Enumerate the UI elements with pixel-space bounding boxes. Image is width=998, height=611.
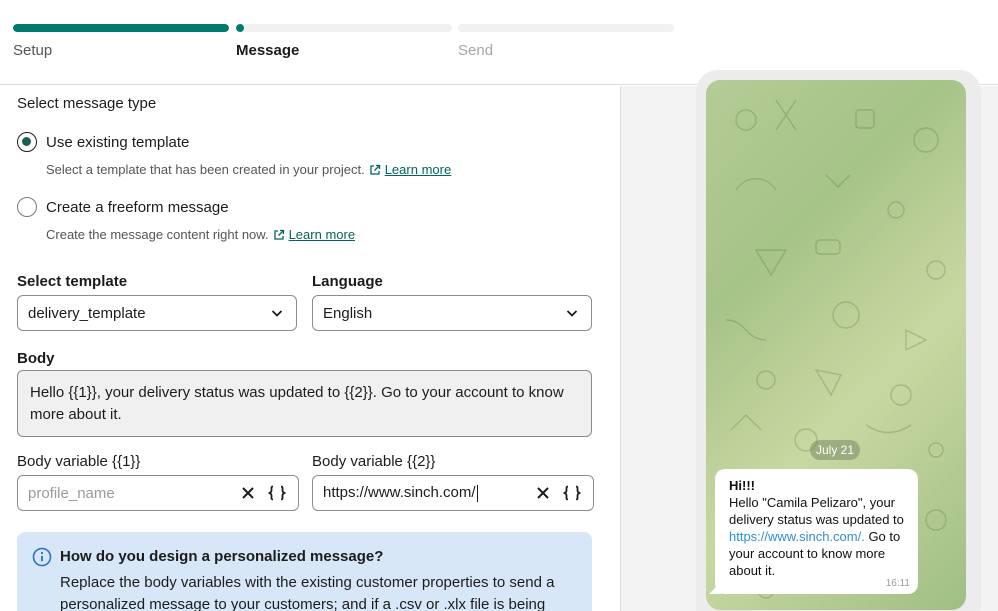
message-type-heading: Select message type bbox=[17, 95, 157, 112]
variable-picker-icon[interactable] bbox=[561, 482, 583, 504]
message-bubble: Hi!!! Hello "Camila Pelizaro", your deli… bbox=[715, 469, 918, 594]
option-freeform-message[interactable]: Create a freeform message bbox=[17, 197, 229, 217]
select-template-label: Select template bbox=[17, 273, 128, 290]
radio-existing-template[interactable] bbox=[17, 132, 37, 152]
language-select[interactable]: English bbox=[312, 295, 592, 331]
bubble-timestamp: 16:11 bbox=[885, 578, 910, 589]
bubble-message: Hello "Camila Pelizaro", your delivery s… bbox=[729, 494, 904, 579]
step-message-bar bbox=[236, 24, 452, 32]
step-setup-bar bbox=[13, 24, 229, 32]
body-variable-1-input[interactable]: profile_name bbox=[17, 475, 299, 511]
external-link-icon bbox=[370, 164, 380, 175]
step-setup-label: Setup bbox=[13, 42, 53, 59]
step-setup-fill bbox=[13, 24, 229, 32]
learn-more-link-template[interactable]: Learn more bbox=[385, 162, 451, 177]
info-icon bbox=[32, 547, 52, 567]
chevron-down-icon bbox=[566, 310, 578, 317]
info-title: How do you design a personalized message… bbox=[60, 548, 384, 565]
option-existing-template-description: Select a template that has been created … bbox=[46, 162, 365, 177]
variable-picker-icon[interactable] bbox=[266, 482, 288, 504]
option-existing-template[interactable]: Use existing template bbox=[17, 132, 189, 152]
body-text-area: Hello {{1}}, your delivery status was up… bbox=[17, 370, 592, 437]
step-send-label: Send bbox=[458, 42, 494, 59]
body-variable-2-input[interactable]: https://www.sinch.com/ bbox=[312, 475, 594, 511]
option-freeform-message-desc: Create the message content right now. Le… bbox=[46, 227, 355, 242]
language-select-value: English bbox=[323, 304, 373, 322]
phone-frame: July 21 Hi!!! Hello "Camila Pelizaro", y… bbox=[696, 70, 981, 611]
option-existing-template-desc: Select a template that has been created … bbox=[46, 162, 451, 177]
radio-freeform-message[interactable] bbox=[17, 197, 37, 217]
text-cursor bbox=[476, 484, 478, 502]
step-message-indicator bbox=[236, 24, 244, 32]
chevron-down-icon bbox=[271, 310, 283, 317]
personalization-info-box: How do you design a personalized message… bbox=[17, 532, 592, 611]
language-label: Language bbox=[312, 273, 383, 290]
step-setup[interactable]: Setup bbox=[13, 24, 229, 59]
bubble-link[interactable]: https://www.sinch.com/. bbox=[729, 529, 865, 544]
body-variable-2-value: https://www.sinch.com/ bbox=[323, 484, 476, 502]
bubble-text-before-link: Hello "Camila Pelizaro", your delivery s… bbox=[729, 495, 904, 527]
info-text: Replace the body variables with the exis… bbox=[60, 574, 555, 611]
clear-icon[interactable] bbox=[237, 482, 259, 504]
message-preview-panel: July 21 Hi!!! Hello "Camila Pelizaro", y… bbox=[620, 70, 998, 611]
body-variable-2-value-wrap: https://www.sinch.com/ bbox=[323, 484, 525, 502]
learn-more-link-freeform[interactable]: Learn more bbox=[289, 227, 355, 242]
option-freeform-message-description: Create the message content right now. bbox=[46, 227, 269, 242]
body-label: Body bbox=[17, 350, 55, 367]
clear-icon[interactable] bbox=[532, 482, 554, 504]
option-existing-template-title: Use existing template bbox=[46, 133, 190, 151]
body-variable-1-placeholder: profile_name bbox=[28, 484, 115, 502]
template-select-value: delivery_template bbox=[28, 304, 146, 322]
external-link-icon bbox=[273, 229, 284, 240]
step-message[interactable]: Message bbox=[236, 24, 452, 59]
body-variable-1-label: Body variable {{1}} bbox=[17, 453, 141, 470]
step-send-bar bbox=[458, 24, 674, 32]
body-text: Hello {{1}}, your delivery status was up… bbox=[30, 384, 564, 423]
option-freeform-message-title: Create a freeform message bbox=[46, 198, 229, 216]
bubble-greeting: Hi!!! bbox=[729, 478, 755, 493]
body-variable-2-label: Body variable {{2}} bbox=[312, 453, 436, 470]
chat-date-pill: July 21 bbox=[810, 440, 860, 460]
step-send[interactable]: Send bbox=[458, 24, 674, 59]
message-form: Select message type Use existing templat… bbox=[0, 86, 620, 611]
template-select[interactable]: delivery_template bbox=[17, 295, 297, 331]
chat-screen: July 21 Hi!!! Hello "Camila Pelizaro", y… bbox=[706, 80, 966, 610]
step-message-label: Message bbox=[236, 42, 300, 59]
